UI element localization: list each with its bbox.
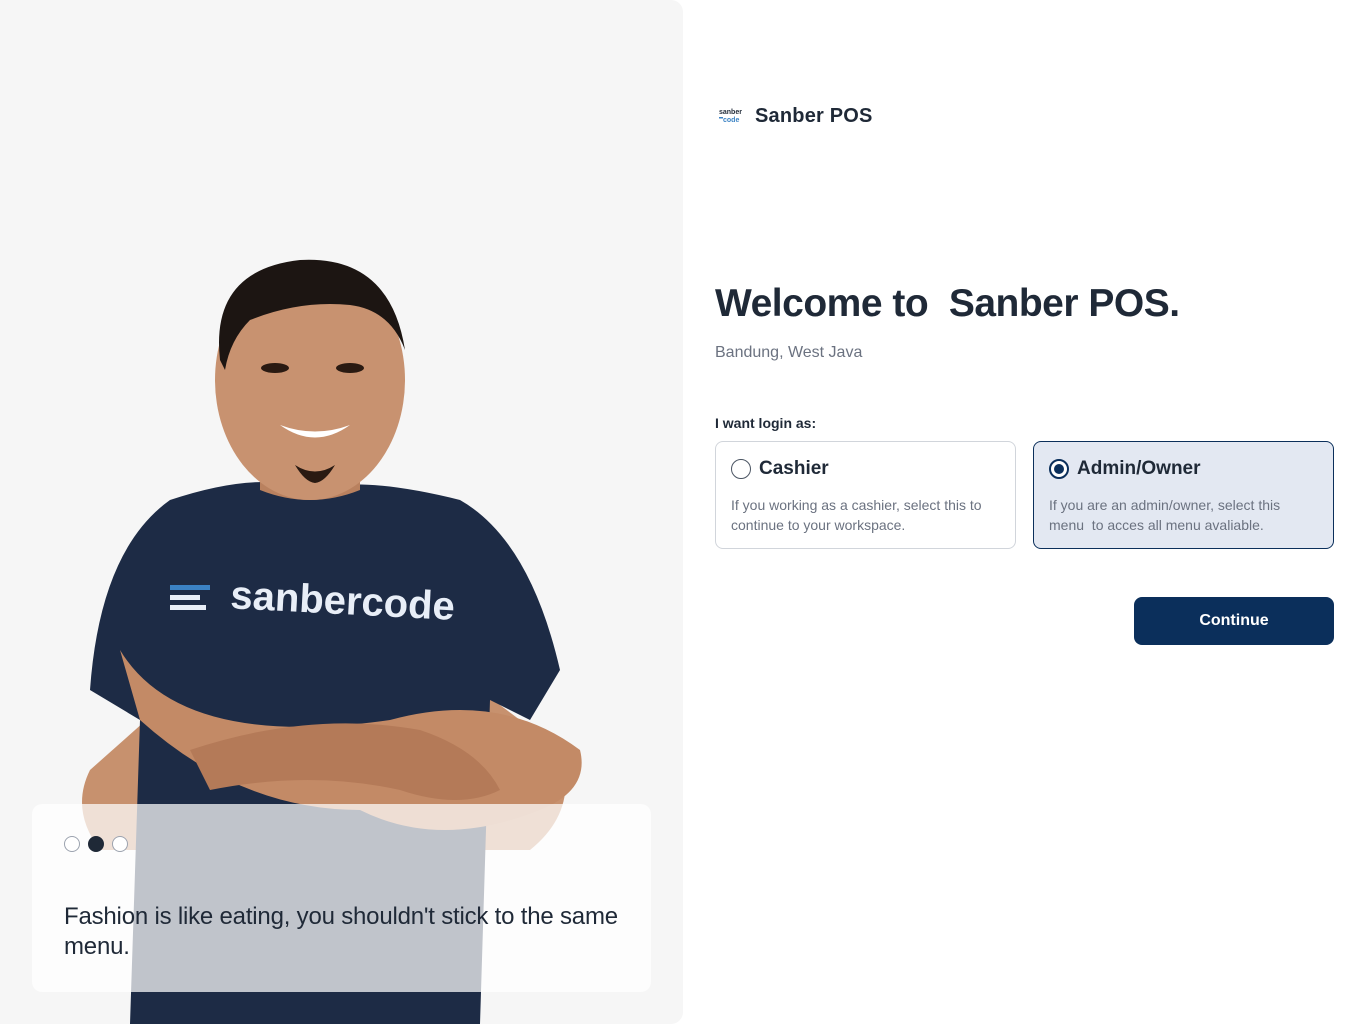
continue-button[interactable]: Continue — [1134, 597, 1334, 645]
admin-owner-option[interactable]: Admin/Owner If you are an admin/owner, s… — [1033, 441, 1334, 549]
quote-card: Fashion is like eating, you shouldn't st… — [32, 804, 651, 992]
admin-owner-radio[interactable] — [1049, 459, 1069, 479]
svg-text:code: code — [723, 117, 739, 124]
carousel-dot-2[interactable] — [88, 836, 104, 852]
admin-owner-option-title: Admin/Owner — [1077, 458, 1201, 479]
cashier-option-title: Cashier — [759, 458, 829, 479]
location-text: Bandung, West Java — [715, 344, 863, 361]
login-as-label: I want login as: — [715, 415, 817, 431]
carousel-dots — [64, 836, 128, 852]
carousel-dot-3[interactable] — [112, 836, 128, 852]
hero-panel: sanbercode Fashion is like eating, you s… — [0, 0, 683, 1024]
welcome-title: Welcome to Sanber POS. — [715, 282, 1180, 325]
quote-text: Fashion is like eating, you shouldn't st… — [64, 903, 618, 960]
svg-text:sanber: sanber — [719, 109, 742, 116]
cashier-option[interactable]: Cashier If you working as a cashier, sel… — [715, 441, 1016, 549]
brand-header: sanber code Sanber POS — [719, 104, 873, 128]
carousel-dot-1[interactable] — [64, 836, 80, 852]
brand-name: Sanber POS — [755, 104, 873, 127]
cashier-radio[interactable] — [731, 459, 751, 479]
cashier-option-description: If you working as a cashier, select this… — [731, 497, 982, 533]
sanbercode-logo-icon: sanber code — [719, 109, 742, 124]
admin-owner-option-description: If you are an admin/owner, select this m… — [1049, 497, 1285, 533]
